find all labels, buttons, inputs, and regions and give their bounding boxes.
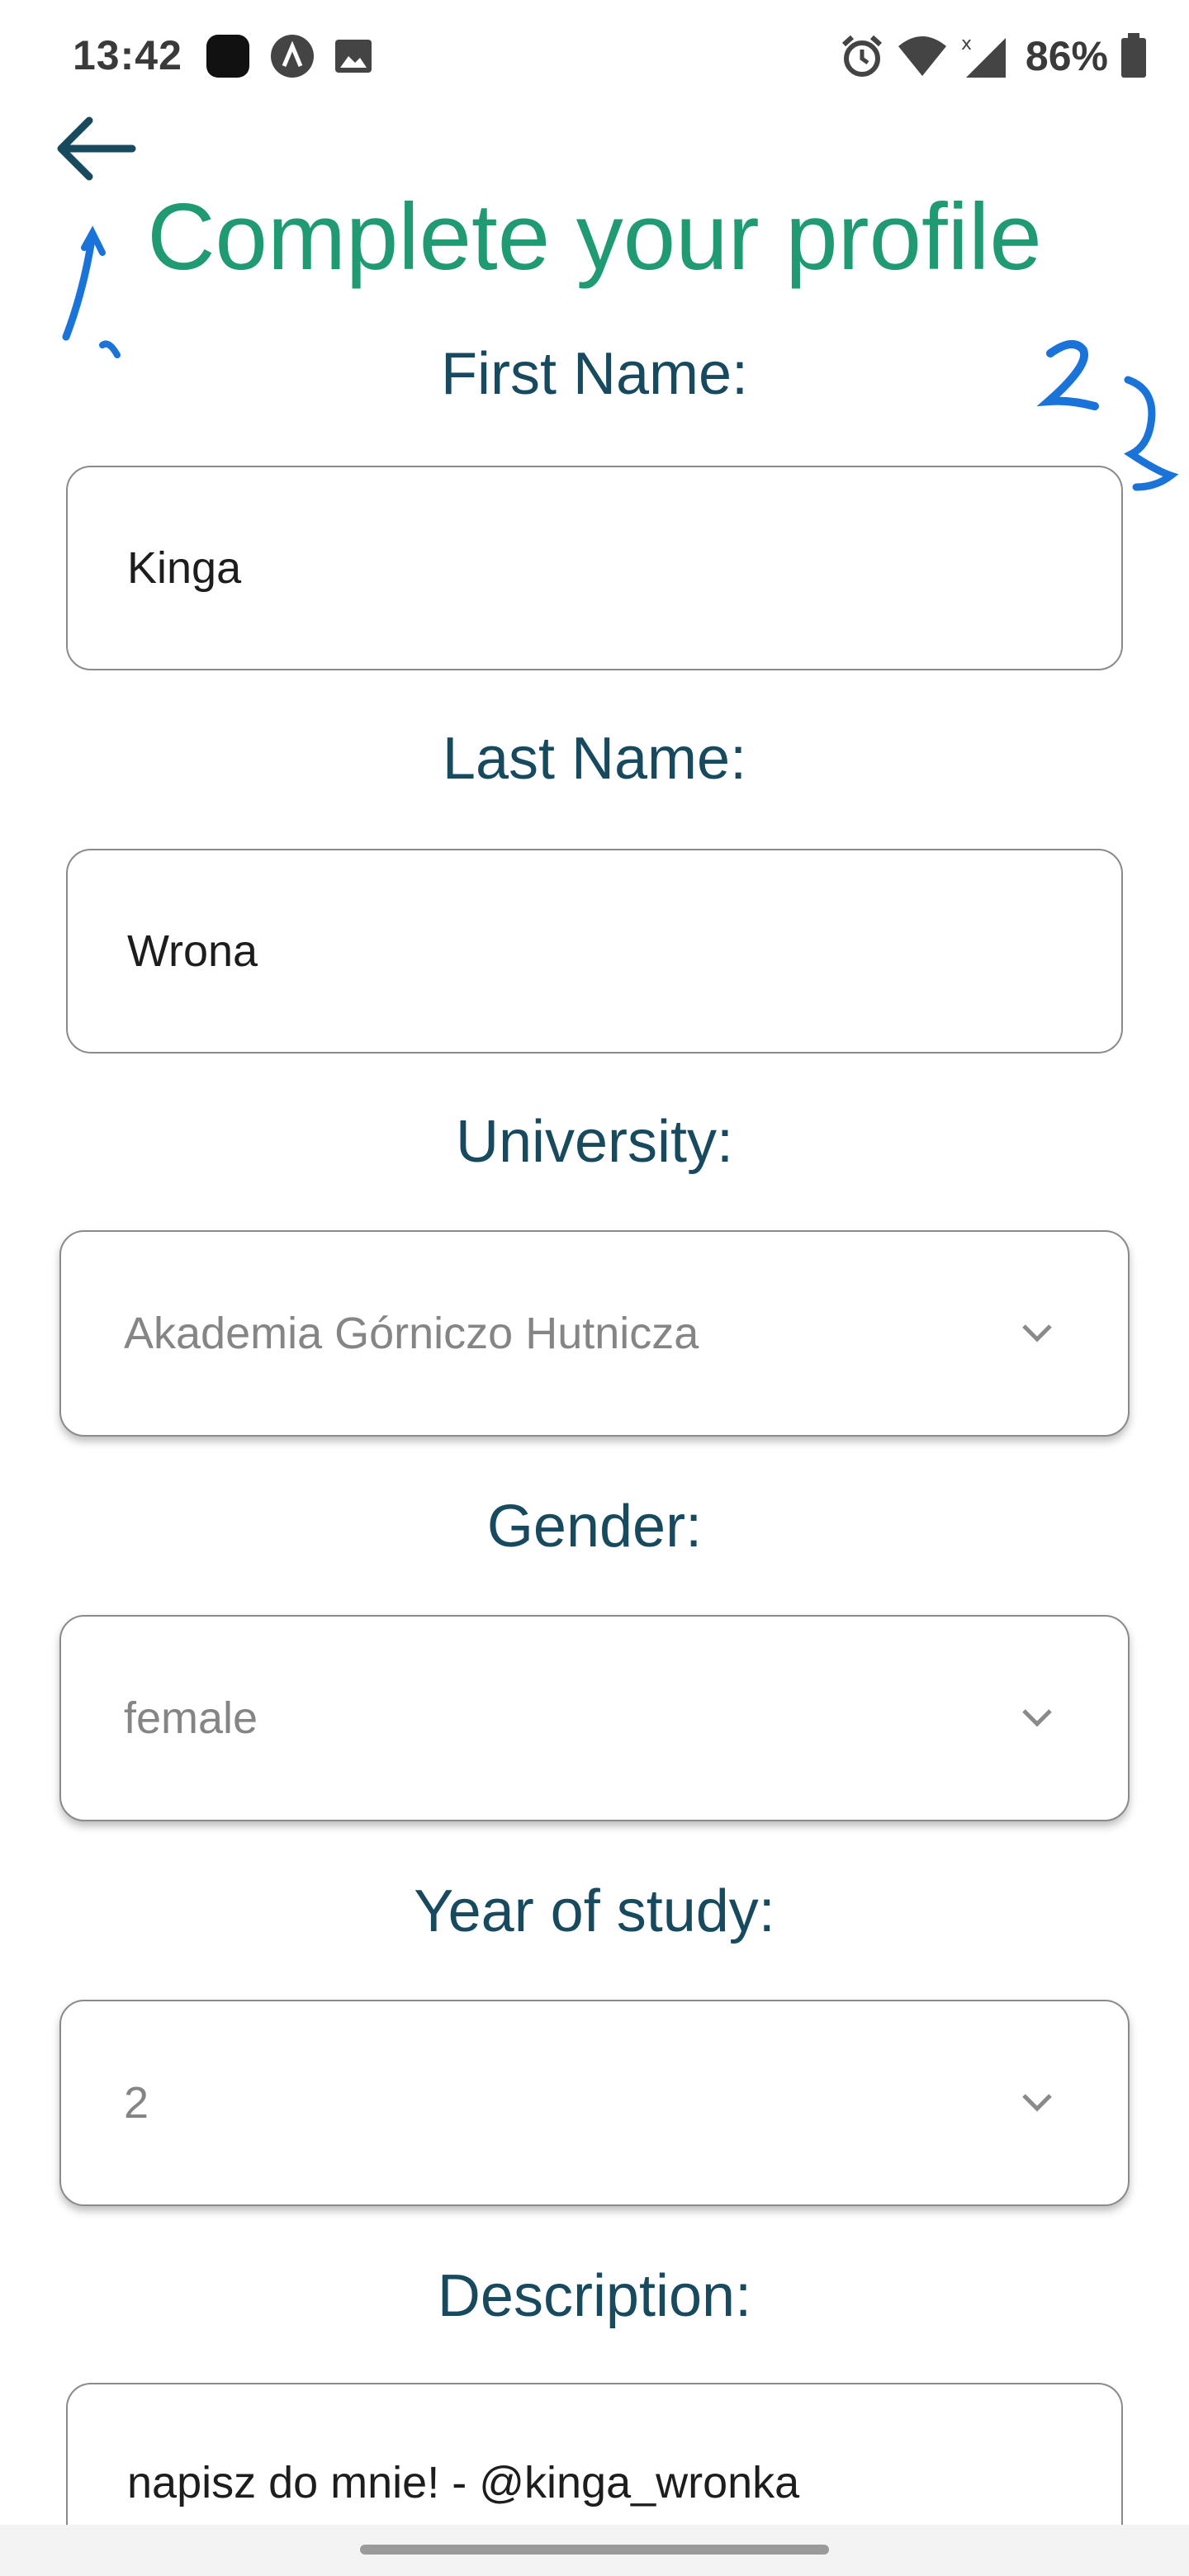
status-bar: 13:42 x 86%	[0, 0, 1189, 107]
status-time: 13:42	[73, 32, 182, 78]
description-input[interactable]: napisz do mnie! - @kinga_wronka	[66, 2383, 1123, 2525]
a-icon	[271, 35, 314, 78]
last-name-input[interactable]: Wrona	[66, 849, 1123, 1054]
svg-text:x: x	[961, 34, 972, 54]
first-name-label: First Name:	[440, 341, 749, 407]
chevron-down-icon	[1022, 1324, 1052, 1342]
page-title: Complete your profile	[147, 185, 1042, 290]
year-of-study-dropdown[interactable]: 2	[59, 2000, 1130, 2206]
chevron-down-icon	[1022, 1709, 1052, 1727]
gesture-handle[interactable]	[360, 2545, 829, 2555]
app-icon	[206, 35, 249, 78]
first-name-input[interactable]: Kinga	[66, 466, 1123, 670]
description-label: Description:	[437, 2263, 752, 2329]
last-name-label: Last Name:	[442, 726, 747, 792]
wifi-icon	[898, 36, 946, 76]
chevron-down-icon	[1022, 2094, 1052, 2112]
navigation-bar	[0, 2525, 1189, 2576]
university-dropdown[interactable]: Akademia Górniczo Hutnicza	[59, 1230, 1130, 1437]
back-arrow-icon[interactable]	[50, 107, 140, 190]
first-name-value: Kinga	[127, 543, 242, 593]
year-of-study-label: Year of study:	[414, 1878, 775, 1944]
year-of-study-value: 2	[124, 2078, 149, 2128]
alarm-icon	[841, 35, 882, 77]
notification-icons	[205, 33, 373, 79]
description-value: napisz do mnie! - @kinga_wronka	[127, 2458, 800, 2507]
university-label: University:	[455, 1109, 734, 1175]
last-name-value: Wrona	[127, 926, 258, 976]
university-value: Akademia Górniczo Hutnicza	[124, 1309, 699, 1358]
signal-icon: x	[961, 34, 1006, 78]
system-icons: x 86%	[839, 31, 1148, 81]
gender-value: female	[124, 1693, 258, 1743]
image-icon	[335, 40, 372, 73]
gender-dropdown[interactable]: female	[59, 1615, 1130, 1821]
battery-icon	[1121, 33, 1146, 78]
gender-label: Gender:	[486, 1494, 703, 1560]
battery-percentage: 86%	[1025, 33, 1108, 79]
